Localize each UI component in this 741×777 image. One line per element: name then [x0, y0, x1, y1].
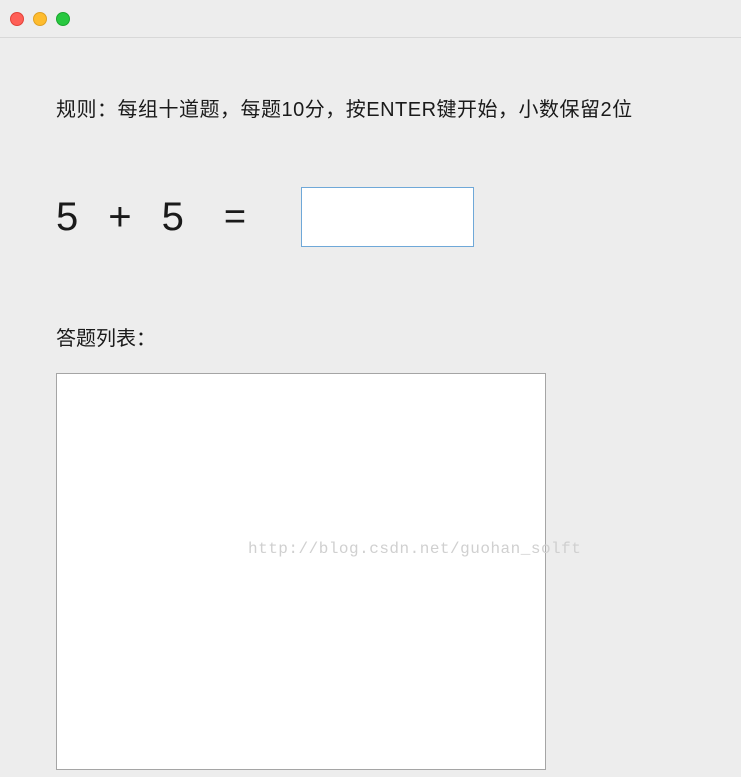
operand-b: 5: [162, 195, 184, 240]
close-icon[interactable]: [10, 12, 24, 26]
equation-row: 5 + 5 =: [56, 187, 685, 247]
main-content: 规则：每组十道题，每题10分，按ENTER键开始，小数保留2位 5 + 5 = …: [0, 38, 741, 775]
equals-sign: =: [224, 196, 246, 239]
rules-text: 规则：每组十道题，每题10分，按ENTER键开始，小数保留2位: [56, 93, 685, 122]
minimize-icon[interactable]: [33, 12, 47, 26]
window-titlebar: [0, 0, 741, 38]
answer-list-label: 答题列表：: [56, 322, 685, 351]
operator: +: [108, 195, 131, 240]
answer-input[interactable]: [301, 187, 474, 247]
answer-list[interactable]: [56, 373, 546, 770]
maximize-icon[interactable]: [56, 12, 70, 26]
operand-a: 5: [56, 195, 78, 240]
